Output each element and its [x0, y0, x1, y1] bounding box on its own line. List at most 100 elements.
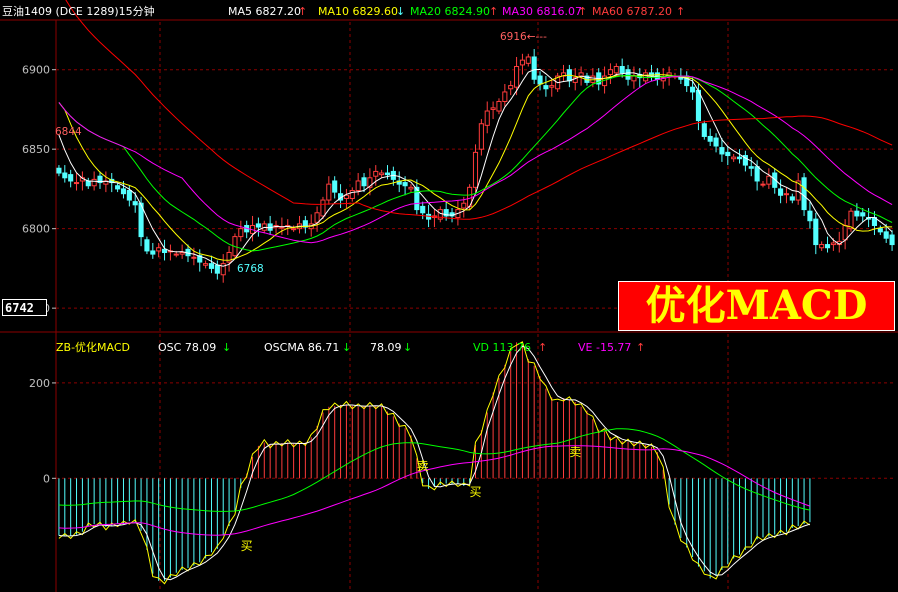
candle-body — [854, 210, 860, 217]
candle-body — [173, 253, 179, 256]
macd-panel: 卖买 卖买 — [58, 341, 811, 585]
current-price-box: 6742 — [2, 299, 47, 316]
candle-body — [643, 72, 649, 82]
candle-body — [508, 85, 514, 90]
candle-body — [115, 185, 121, 190]
candle-body — [461, 202, 467, 209]
candle-body — [701, 123, 707, 137]
vd-line — [58, 428, 811, 512]
candle-body — [502, 91, 508, 102]
candle-body — [631, 75, 637, 82]
candle-body — [379, 172, 385, 176]
candle-body — [713, 137, 719, 147]
osc-line — [58, 341, 811, 585]
candle-body — [150, 250, 156, 255]
candle-body — [91, 178, 97, 187]
candle-body — [619, 66, 625, 74]
candle-body — [760, 183, 766, 186]
candle-body — [877, 228, 883, 233]
ma20-label: MA20 6824.90 — [410, 5, 490, 18]
candle-body — [62, 172, 68, 179]
macd-banner: 优化MACD — [618, 281, 895, 331]
candle-body — [819, 244, 825, 249]
ve-arrow: ↑ — [636, 341, 645, 354]
candle-body — [326, 183, 332, 201]
candle-body — [719, 147, 725, 155]
high-annotation: 6916←--- — [500, 31, 547, 43]
macd-name: ZB-优化MACD — [56, 340, 130, 354]
candle-body — [778, 188, 784, 196]
candle-body — [690, 86, 696, 93]
left-annotation: 6844 — [55, 126, 82, 138]
signal-label: 买 — [241, 539, 253, 553]
candle-body — [355, 180, 361, 192]
oscma2-label: 78.09 — [370, 341, 402, 354]
osc-label: OSC 78.09 — [158, 341, 216, 354]
ma30-label: MA30 6816.07 — [502, 5, 582, 18]
candle-body — [179, 252, 185, 255]
candle-body — [514, 66, 520, 88]
ma20-arrow: ↑ — [489, 5, 498, 18]
candle-body — [549, 85, 555, 88]
candle-body — [543, 85, 549, 90]
candle-body — [203, 263, 209, 266]
candle-body — [889, 234, 895, 246]
signal-label: 买 — [470, 485, 482, 499]
candle-body — [161, 248, 168, 254]
candle-body — [519, 59, 525, 66]
candle-body — [156, 247, 162, 252]
candle-body — [332, 180, 338, 193]
candle-body — [731, 156, 737, 160]
signal-label: 卖 — [569, 445, 581, 459]
candle-body — [291, 228, 297, 231]
candle-body — [320, 199, 326, 217]
candle-body — [830, 242, 836, 246]
candle-body — [191, 256, 197, 259]
ve-label: VE -15.77 — [578, 341, 631, 354]
oscma2-arrow: ↓ — [403, 341, 412, 354]
ma60-arrow: ↑ — [676, 5, 685, 18]
candle-body — [848, 210, 854, 230]
candle-body — [496, 100, 502, 112]
ma10-label: MA10 6829.60 — [318, 5, 398, 18]
candle-body — [402, 182, 408, 187]
candle-body — [132, 201, 138, 206]
ma5-label: MA5 6827.20 — [228, 5, 301, 18]
candle-body — [707, 135, 713, 142]
candle-body — [801, 177, 807, 211]
macd-tick-label: 0 — [43, 472, 50, 485]
ma5-arrow: ↑ — [298, 5, 307, 18]
candle-body — [478, 123, 484, 150]
candle-body — [361, 177, 367, 187]
candle-body — [214, 264, 220, 274]
candle-body — [736, 156, 743, 160]
macd-tick-label: 200 — [29, 377, 50, 390]
vd-label: VD 113.76 — [473, 341, 531, 354]
vd-arrow: ↑ — [538, 341, 547, 354]
candle-body — [126, 190, 132, 201]
candle-body — [384, 172, 391, 176]
candle-body — [748, 166, 754, 169]
oscma-line — [58, 345, 811, 581]
instrument-title: 豆油1409 (DCE 1289)15分钟 — [2, 4, 155, 18]
osc-arrow: ↓ — [222, 341, 231, 354]
candle-body — [208, 263, 215, 269]
candle-body — [349, 190, 355, 199]
candle-body — [314, 212, 320, 223]
candle-body — [531, 56, 537, 80]
candle-body — [607, 69, 613, 75]
candle-body — [525, 56, 531, 64]
candle-body — [860, 212, 866, 217]
candle-body — [537, 75, 543, 85]
candle-body — [754, 166, 760, 182]
oscma-arrow: ↓ — [342, 341, 351, 354]
price-tick-label: 6900 — [22, 64, 50, 77]
ma10-arrow: ↓ — [396, 5, 405, 18]
candle-body — [255, 223, 261, 228]
candle-body — [472, 151, 479, 188]
candle-body — [56, 167, 62, 174]
candle-body — [824, 244, 831, 249]
candle-body — [695, 89, 702, 122]
candle-body — [807, 210, 813, 222]
candle-body — [789, 196, 795, 201]
